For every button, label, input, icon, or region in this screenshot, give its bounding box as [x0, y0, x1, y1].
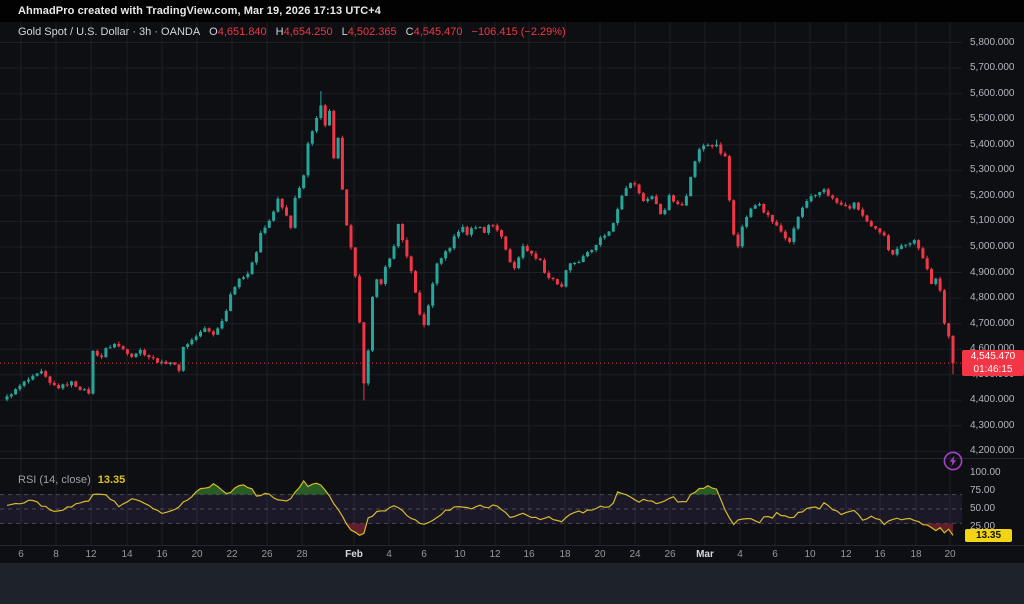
time-axis-label: 16: [156, 549, 167, 560]
rsi-axis-tick: 75.00: [970, 485, 995, 496]
time-axis-label: 26: [664, 549, 675, 560]
price-axis-label: 5,600.000: [970, 88, 1015, 99]
price-axis-label: 4,800.000: [970, 292, 1015, 303]
time-axis-label: 20: [191, 549, 202, 560]
change-value: −106.415 (−2.29%): [472, 26, 566, 38]
time-axis-label: 8: [53, 549, 59, 560]
rsi-title: RSI (14, close): [18, 474, 91, 486]
bar-countdown: 01:46:15: [962, 363, 1024, 376]
candles-series: [6, 91, 955, 401]
bottom-toolbar: TradingView: [0, 563, 1024, 604]
time-axis-label: 18: [559, 549, 570, 560]
time-axis-label: 10: [454, 549, 465, 560]
price-axis-label: 5,200.000: [970, 190, 1015, 201]
time-axis-label: 20: [944, 549, 955, 560]
price-axis-label: 5,100.000: [970, 215, 1015, 226]
price-axis-label: 5,300.000: [970, 164, 1015, 175]
time-axis-label: 20: [594, 549, 605, 560]
rsi-axis-tick: 100.00: [970, 467, 1001, 478]
time-axis-label: Mar: [696, 549, 714, 560]
price-axis-label: 5,800.000: [970, 37, 1015, 48]
rsi-axis-value-label: 13.35: [965, 529, 1012, 542]
time-axis-label: 24: [629, 549, 640, 560]
ohlc-item: O4,651.840: [209, 26, 267, 38]
time-axis-label: 16: [523, 549, 534, 560]
chart-canvas[interactable]: [0, 0, 1024, 604]
rsi-axis-tick: 50.00: [970, 503, 995, 514]
boost-button[interactable]: [941, 449, 965, 473]
time-axis-label: 16: [874, 549, 885, 560]
ohlc-item: L4,502.365: [342, 26, 397, 38]
last-price-label: 4,545.470 01:46:15: [962, 350, 1024, 376]
symbol-legend: Gold Spot / U.S. Dollar · 3h · OANDA O4,6…: [18, 26, 566, 38]
time-axis-label: 28: [296, 549, 307, 560]
price-axis-label: 5,500.000: [970, 113, 1015, 124]
time-axis-label: 12: [840, 549, 851, 560]
ohlc-item: C4,545.470: [406, 26, 463, 38]
time-axis-label: 12: [85, 549, 96, 560]
price-axis-label: 4,200.000: [970, 445, 1015, 456]
time-axis-label: Feb: [345, 549, 363, 560]
price-axis-label: 4,400.000: [970, 394, 1015, 405]
time-axis-label: 18: [910, 549, 921, 560]
price-axis-label: 5,000.000: [970, 241, 1015, 252]
time-axis-label: 26: [261, 549, 272, 560]
time-axis-label: 6: [772, 549, 778, 560]
time-axis-label: 10: [804, 549, 815, 560]
price-axis-label: 4,300.000: [970, 420, 1015, 431]
time-axis-label: 14: [121, 549, 132, 560]
watermark-bar: AhmadPro created with TradingView.com, M…: [0, 0, 1024, 22]
time-axis-label: 12: [489, 549, 500, 560]
price-axis-label: 4,900.000: [970, 267, 1015, 278]
tradingview-chart-window: AhmadPro created with TradingView.com, M…: [0, 0, 1024, 604]
price-axis-label: 5,400.000: [970, 139, 1015, 150]
time-axis-label: 4: [386, 549, 392, 560]
symbol-title: Gold Spot / U.S. Dollar · 3h · OANDA: [18, 26, 200, 38]
price-axis-label: 5,700.000: [970, 62, 1015, 73]
rsi-value: 13.35: [98, 474, 126, 486]
time-axis-label: 6: [18, 549, 24, 560]
last-price-value: 4,545.470: [962, 350, 1024, 363]
time-axis-label: 4: [737, 549, 743, 560]
time-axis-label: 22: [226, 549, 237, 560]
time-axis-label: 6: [421, 549, 427, 560]
ohlc-item: H4,654.250: [276, 26, 333, 38]
price-axis-label: 4,700.000: [970, 318, 1015, 329]
lightning-icon: [941, 449, 965, 473]
watermark-text: AhmadPro created with TradingView.com, M…: [18, 5, 381, 17]
grid: [0, 17, 962, 545]
rsi-legend: RSI (14, close) 13.35: [18, 474, 125, 486]
